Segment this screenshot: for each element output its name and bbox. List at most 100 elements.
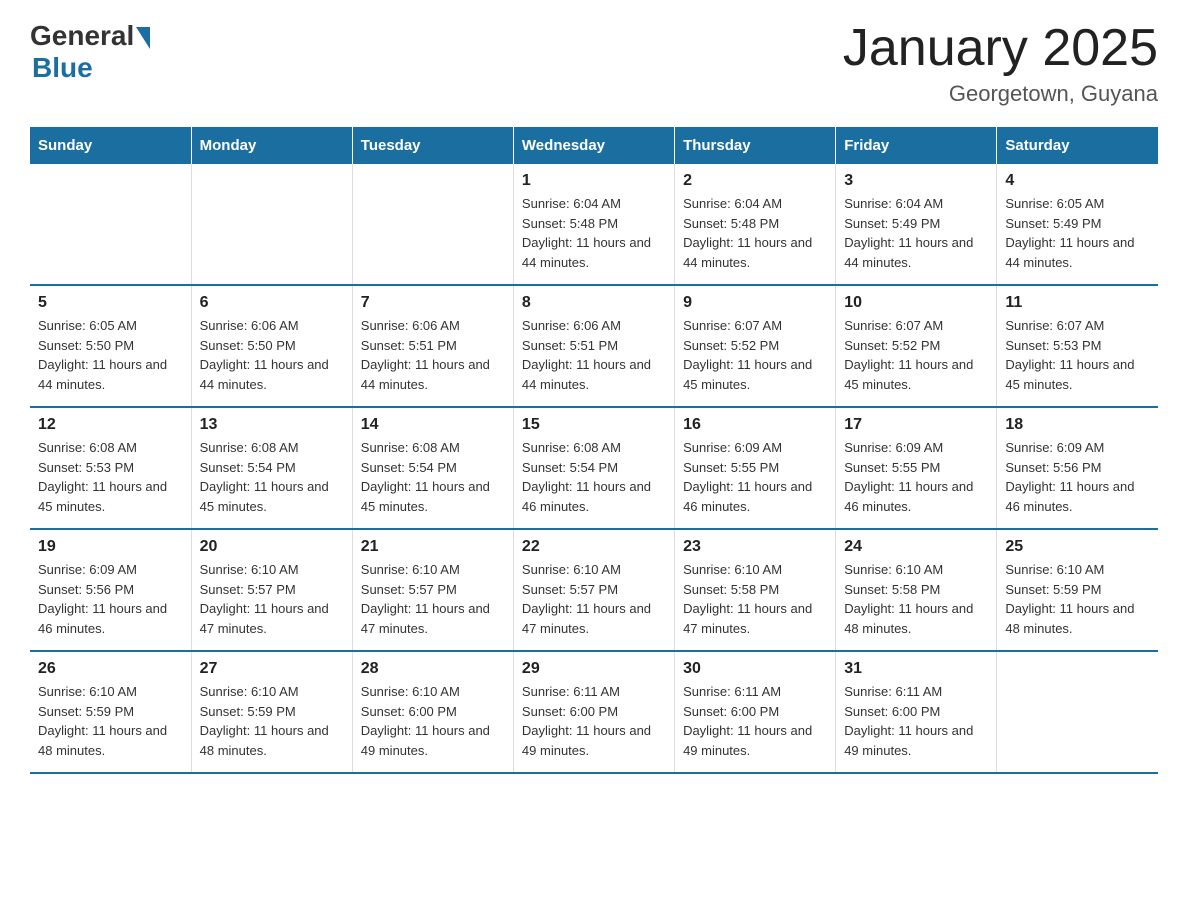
day-info: Sunrise: 6:08 AMSunset: 5:54 PMDaylight:… [361, 438, 505, 516]
cell-w4-d5: 24 Sunrise: 6:10 AMSunset: 5:58 PMDayligh… [836, 529, 997, 651]
cell-w4-d3: 22 Sunrise: 6:10 AMSunset: 5:57 PMDayligh… [513, 529, 674, 651]
cell-w3-d0: 12Sunrise: 6:08 AMSunset: 5:53 PMDayligh… [30, 407, 191, 529]
header-friday: Friday [836, 127, 997, 164]
day-info: Sunrise: 6:09 AMSunset: 5:56 PMDaylight:… [1005, 438, 1150, 516]
header-saturday: Saturday [997, 127, 1158, 164]
week-row-2: 5 Sunrise: 6:05 AMSunset: 5:50 PMDaylight… [30, 285, 1158, 407]
cell-w2-d1: 6 Sunrise: 6:06 AMSunset: 5:50 PMDaylight… [191, 285, 352, 407]
day-number: 5 [38, 294, 183, 312]
day-info: Sunrise: 6:10 AMSunset: 5:59 PMDaylight:… [1005, 560, 1150, 638]
logo-triangle-icon [136, 27, 150, 49]
day-number: 16 [683, 416, 827, 434]
page-title: January 2025 [843, 20, 1158, 77]
day-info: Sunrise: 6:10 AMSunset: 5:59 PMDaylight:… [200, 682, 344, 760]
day-number: 24 [844, 538, 988, 556]
day-info: Sunrise: 6:08 AMSunset: 5:54 PMDaylight:… [200, 438, 344, 516]
day-number: 22 [522, 538, 666, 556]
day-number: 1 [522, 172, 666, 190]
day-number: 26 [38, 660, 183, 678]
cell-w2-d6: 11Sunrise: 6:07 AMSunset: 5:53 PMDayligh… [997, 285, 1158, 407]
day-info: Sunrise: 6:11 AMSunset: 6:00 PMDaylight:… [522, 682, 666, 760]
cell-w1-d6: 4Sunrise: 6:05 AMSunset: 5:49 PMDaylight… [997, 164, 1158, 285]
cell-w4-d6: 25 Sunrise: 6:10 AMSunset: 5:59 PMDayligh… [997, 529, 1158, 651]
logo-blue-text: Blue [32, 52, 93, 84]
day-number: 21 [361, 538, 505, 556]
cell-w2-d5: 10Sunrise: 6:07 AMSunset: 5:52 PMDayligh… [836, 285, 997, 407]
subtitle: Georgetown, Guyana [843, 81, 1158, 107]
day-number: 17 [844, 416, 988, 434]
day-info: Sunrise: 6:06 AMSunset: 5:50 PMDaylight:… [200, 316, 344, 394]
cell-w5-d6 [997, 651, 1158, 773]
day-number: 20 [200, 538, 344, 556]
day-number: 29 [522, 660, 666, 678]
day-number: 7 [361, 294, 505, 312]
day-number: 3 [844, 172, 988, 190]
cell-w1-d2 [352, 164, 513, 285]
day-number: 9 [683, 294, 827, 312]
day-info: Sunrise: 6:04 AMSunset: 5:48 PMDaylight:… [522, 194, 666, 272]
page-header: General Blue January 2025 Georgetown, Gu… [30, 20, 1158, 107]
day-info: Sunrise: 6:06 AMSunset: 5:51 PMDaylight:… [361, 316, 505, 394]
cell-w5-d2: 28 Sunrise: 6:10 AMSunset: 6:00 PMDayligh… [352, 651, 513, 773]
header-sunday: Sunday [30, 127, 191, 164]
day-info: Sunrise: 6:05 AMSunset: 5:50 PMDaylight:… [38, 316, 183, 394]
cell-w3-d2: 14Sunrise: 6:08 AMSunset: 5:54 PMDayligh… [352, 407, 513, 529]
week-row-5: 26 Sunrise: 6:10 AMSunset: 5:59 PMDayligh… [30, 651, 1158, 773]
day-info: Sunrise: 6:11 AMSunset: 6:00 PMDaylight:… [844, 682, 988, 760]
day-info: Sunrise: 6:10 AMSunset: 5:57 PMDaylight:… [361, 560, 505, 638]
day-info: Sunrise: 6:11 AMSunset: 6:00 PMDaylight:… [683, 682, 827, 760]
title-section: January 2025 Georgetown, Guyana [843, 20, 1158, 107]
cell-w3-d1: 13Sunrise: 6:08 AMSunset: 5:54 PMDayligh… [191, 407, 352, 529]
cell-w3-d5: 17 Sunrise: 6:09 AMSunset: 5:55 PMDayligh… [836, 407, 997, 529]
cell-w3-d6: 18 Sunrise: 6:09 AMSunset: 5:56 PMDayligh… [997, 407, 1158, 529]
day-number: 28 [361, 660, 505, 678]
day-number: 10 [844, 294, 988, 312]
day-number: 11 [1005, 294, 1150, 312]
header-thursday: Thursday [675, 127, 836, 164]
day-number: 25 [1005, 538, 1150, 556]
day-info: Sunrise: 6:10 AMSunset: 5:58 PMDaylight:… [683, 560, 827, 638]
day-info: Sunrise: 6:09 AMSunset: 5:55 PMDaylight:… [844, 438, 988, 516]
cell-w5-d3: 29 Sunrise: 6:11 AMSunset: 6:00 PMDayligh… [513, 651, 674, 773]
cell-w4-d1: 20 Sunrise: 6:10 AMSunset: 5:57 PMDayligh… [191, 529, 352, 651]
logo: General Blue [30, 20, 150, 84]
day-info: Sunrise: 6:04 AMSunset: 5:49 PMDaylight:… [844, 194, 988, 272]
cell-w3-d4: 16 Sunrise: 6:09 AMSunset: 5:55 PMDayligh… [675, 407, 836, 529]
cell-w1-d1 [191, 164, 352, 285]
cell-w5-d5: 31Sunrise: 6:11 AMSunset: 6:00 PMDayligh… [836, 651, 997, 773]
day-info: Sunrise: 6:10 AMSunset: 5:57 PMDaylight:… [522, 560, 666, 638]
day-number: 19 [38, 538, 183, 556]
cell-w3-d3: 15Sunrise: 6:08 AMSunset: 5:54 PMDayligh… [513, 407, 674, 529]
cell-w2-d0: 5 Sunrise: 6:05 AMSunset: 5:50 PMDaylight… [30, 285, 191, 407]
week-row-3: 12Sunrise: 6:08 AMSunset: 5:53 PMDayligh… [30, 407, 1158, 529]
cell-w2-d4: 9Sunrise: 6:07 AMSunset: 5:52 PMDaylight… [675, 285, 836, 407]
cell-w5-d0: 26 Sunrise: 6:10 AMSunset: 5:59 PMDayligh… [30, 651, 191, 773]
cell-w4-d4: 23Sunrise: 6:10 AMSunset: 5:58 PMDayligh… [675, 529, 836, 651]
day-info: Sunrise: 6:09 AMSunset: 5:56 PMDaylight:… [38, 560, 183, 638]
day-info: Sunrise: 6:09 AMSunset: 5:55 PMDaylight:… [683, 438, 827, 516]
day-info: Sunrise: 6:10 AMSunset: 5:58 PMDaylight:… [844, 560, 988, 638]
cell-w4-d0: 19 Sunrise: 6:09 AMSunset: 5:56 PMDayligh… [30, 529, 191, 651]
day-number: 18 [1005, 416, 1150, 434]
cell-w5-d1: 27 Sunrise: 6:10 AMSunset: 5:59 PMDayligh… [191, 651, 352, 773]
cell-w4-d2: 21 Sunrise: 6:10 AMSunset: 5:57 PMDayligh… [352, 529, 513, 651]
logo-general-text: General [30, 20, 134, 52]
day-info: Sunrise: 6:08 AMSunset: 5:53 PMDaylight:… [38, 438, 183, 516]
day-info: Sunrise: 6:04 AMSunset: 5:48 PMDaylight:… [683, 194, 827, 272]
day-number: 2 [683, 172, 827, 190]
day-info: Sunrise: 6:05 AMSunset: 5:49 PMDaylight:… [1005, 194, 1150, 272]
cell-w1-d3: 1 Sunrise: 6:04 AMSunset: 5:48 PMDaylight… [513, 164, 674, 285]
day-info: Sunrise: 6:10 AMSunset: 5:57 PMDaylight:… [200, 560, 344, 638]
day-number: 6 [200, 294, 344, 312]
day-info: Sunrise: 6:06 AMSunset: 5:51 PMDaylight:… [522, 316, 666, 394]
day-info: Sunrise: 6:10 AMSunset: 6:00 PMDaylight:… [361, 682, 505, 760]
day-number: 8 [522, 294, 666, 312]
header-tuesday: Tuesday [352, 127, 513, 164]
cell-w1-d4: 2 Sunrise: 6:04 AMSunset: 5:48 PMDaylight… [675, 164, 836, 285]
calendar-table: SundayMondayTuesdayWednesdayThursdayFrid… [30, 127, 1158, 774]
day-number: 27 [200, 660, 344, 678]
day-info: Sunrise: 6:10 AMSunset: 5:59 PMDaylight:… [38, 682, 183, 760]
header-wednesday: Wednesday [513, 127, 674, 164]
day-number: 15 [522, 416, 666, 434]
cell-w1-d0 [30, 164, 191, 285]
